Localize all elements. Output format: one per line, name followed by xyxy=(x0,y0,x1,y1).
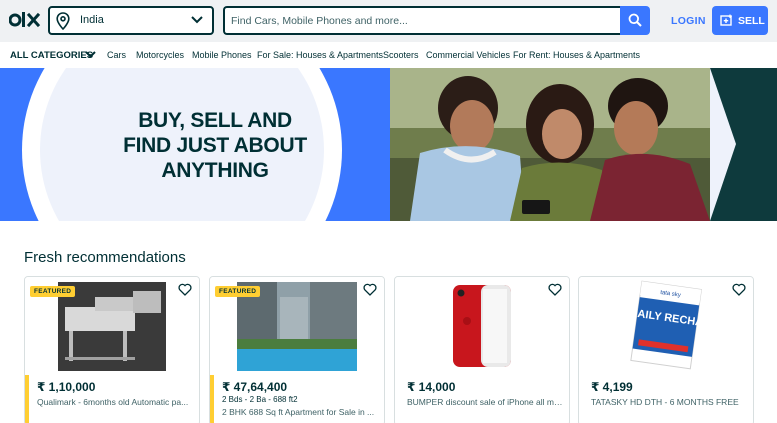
section-title-fresh-recommendations: Fresh recommendations xyxy=(24,249,186,266)
featured-accent-bar xyxy=(210,375,214,423)
all-categories-toggle[interactable]: ALL CATEGORIES xyxy=(10,50,93,61)
recharge-card-image: tata sky ₹20 DAILY RECHARGE xyxy=(607,280,727,370)
banner-line-2: FIND JUST ABOUT xyxy=(123,134,307,157)
listing-price: ₹ 14,000 xyxy=(407,380,456,394)
listing-title: 2 BHK 688 Sq ft Apartment for Sale in ..… xyxy=(222,407,375,417)
heart-icon[interactable] xyxy=(548,283,562,296)
search-box xyxy=(223,6,621,35)
heart-icon[interactable] xyxy=(178,283,192,296)
listing-image xyxy=(395,277,569,375)
banner-line-3: ANYTHING xyxy=(161,159,269,182)
chevron-down-icon xyxy=(191,16,203,24)
location-select[interactable]: India xyxy=(48,6,214,35)
top-header: India LOGIN SELL xyxy=(0,0,777,42)
listing-price: ₹ 1,10,000 xyxy=(37,380,96,394)
login-link[interactable]: LOGIN xyxy=(671,15,706,27)
olx-logo[interactable] xyxy=(9,9,41,31)
featured-accent-bar xyxy=(25,375,29,423)
banner-line-1: BUY, SELL AND xyxy=(138,109,292,132)
listing-card[interactable]: tata sky ₹20 DAILY RECHARGE ₹ 4,199 TATA… xyxy=(578,276,754,423)
category-link-commercial-vehicles[interactable]: Commercial Vehicles xyxy=(426,50,510,60)
chevron-down-icon[interactable] xyxy=(85,50,96,59)
banner-photo-friends xyxy=(390,68,710,221)
banner-arrow-shape xyxy=(710,68,736,221)
iphone-image xyxy=(453,285,511,367)
search-icon xyxy=(628,13,642,27)
location-pin-icon xyxy=(56,12,70,30)
category-link-scooters[interactable]: Scooters xyxy=(383,50,419,60)
heart-icon[interactable] xyxy=(732,283,746,296)
listing-card[interactable]: FEATURED ₹ 47,64,400 2 Bds - 2 Ba - 688 … xyxy=(209,276,385,423)
location-value: India xyxy=(80,14,104,26)
sell-plus-icon xyxy=(720,14,732,26)
category-bar: ALL CATEGORIES Cars Motorcycles Mobile P… xyxy=(0,42,777,68)
listing-card[interactable]: ₹ 14,000 BUMPER discount sale of iPhone … xyxy=(394,276,570,423)
listing-specs: 2 Bds - 2 Ba - 688 ft2 xyxy=(222,395,298,404)
featured-badge: FEATURED xyxy=(30,286,76,297)
banner-headline: BUY, SELL AND FIND JUST ABOUT ANYTHING xyxy=(110,108,320,183)
search-button[interactable] xyxy=(620,6,650,35)
listing-image: tata sky ₹20 DAILY RECHARGE xyxy=(579,277,753,375)
listing-title: TATASKY HD DTH - 6 MONTHS FREE xyxy=(591,397,739,407)
hero-banner[interactable]: BUY, SELL AND FIND JUST ABOUT ANYTHING xyxy=(0,68,777,221)
featured-badge: FEATURED xyxy=(215,286,261,297)
listing-title: Qualimark - 6months old Automatic pa... xyxy=(37,397,189,407)
category-link-mobile-phones[interactable]: Mobile Phones xyxy=(192,50,252,60)
listing-price: ₹ 4,199 xyxy=(591,380,633,394)
heart-icon[interactable] xyxy=(363,283,377,296)
category-link-houses-rent[interactable]: For Rent: Houses & Apartments xyxy=(513,50,640,60)
listing-card[interactable]: FEATURED ₹ 1,10,000 Qualimark - 6months … xyxy=(24,276,200,423)
sell-button[interactable]: SELL xyxy=(712,6,768,35)
listing-price: ₹ 47,64,400 xyxy=(222,380,288,394)
category-link-houses-sale[interactable]: For Sale: Houses & Apartments xyxy=(257,50,383,60)
search-input[interactable] xyxy=(231,13,611,29)
category-link-cars[interactable]: Cars xyxy=(107,50,126,60)
category-link-motorcycles[interactable]: Motorcycles xyxy=(136,50,184,60)
listing-title: BUMPER discount sale of iPhone all mo... xyxy=(407,397,563,407)
sell-label: SELL xyxy=(738,15,765,27)
